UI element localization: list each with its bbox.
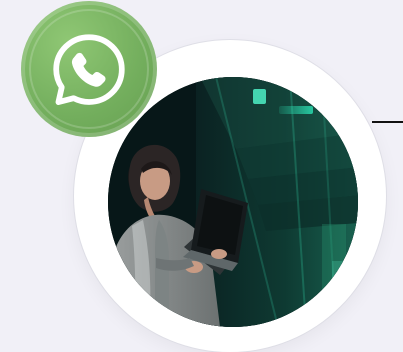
- connector-line: [372, 121, 403, 123]
- server-room-photo: [108, 77, 358, 327]
- hero-graphic: [0, 0, 403, 352]
- server-room-illustration: [108, 77, 358, 327]
- whatsapp-badge[interactable]: [21, 1, 157, 137]
- whatsapp-icon: [53, 34, 125, 106]
